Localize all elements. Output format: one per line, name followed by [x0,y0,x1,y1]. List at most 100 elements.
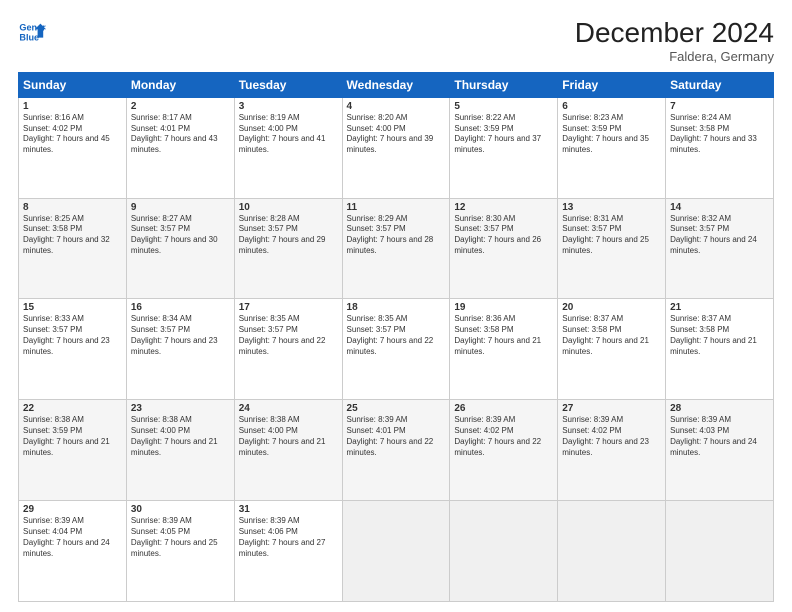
calendar-cell: 1Sunrise: 8:16 AM Sunset: 4:02 PM Daylig… [19,97,127,198]
day-number: 23 [131,403,230,414]
calendar-cell: 12Sunrise: 8:30 AM Sunset: 3:57 PM Dayli… [450,198,558,299]
calendar-week-1: 1Sunrise: 8:16 AM Sunset: 4:02 PM Daylig… [19,97,774,198]
day-number: 6 [562,101,661,112]
cell-content: Sunrise: 8:39 AM Sunset: 4:02 PM Dayligh… [562,415,661,458]
day-number: 16 [131,302,230,313]
day-number: 14 [670,202,769,213]
cell-content: Sunrise: 8:32 AM Sunset: 3:57 PM Dayligh… [670,214,769,257]
day-number: 29 [23,504,122,515]
day-number: 31 [239,504,338,515]
day-number: 26 [454,403,553,414]
day-number: 11 [347,202,446,213]
cell-content: Sunrise: 8:20 AM Sunset: 4:00 PM Dayligh… [347,113,446,156]
cell-content: Sunrise: 8:39 AM Sunset: 4:03 PM Dayligh… [670,415,769,458]
cell-content: Sunrise: 8:35 AM Sunset: 3:57 PM Dayligh… [239,314,338,357]
day-number: 4 [347,101,446,112]
day-number: 28 [670,403,769,414]
calendar-cell: 13Sunrise: 8:31 AM Sunset: 3:57 PM Dayli… [558,198,666,299]
calendar-cell: 25Sunrise: 8:39 AM Sunset: 4:01 PM Dayli… [342,400,450,501]
title-section: December 2024 Faldera, Germany [575,18,774,64]
calendar-cell: 15Sunrise: 8:33 AM Sunset: 3:57 PM Dayli… [19,299,127,400]
day-number: 20 [562,302,661,313]
cell-content: Sunrise: 8:33 AM Sunset: 3:57 PM Dayligh… [23,314,122,357]
day-number: 15 [23,302,122,313]
calendar-table: Sunday Monday Tuesday Wednesday Thursday… [18,72,774,602]
day-number: 21 [670,302,769,313]
header: General Blue December 2024 Faldera, Germ… [18,18,774,64]
page: General Blue December 2024 Faldera, Germ… [0,0,792,612]
col-sunday: Sunday [19,72,127,97]
calendar-cell: 6Sunrise: 8:23 AM Sunset: 3:59 PM Daylig… [558,97,666,198]
col-monday: Monday [126,72,234,97]
calendar-cell: 14Sunrise: 8:32 AM Sunset: 3:57 PM Dayli… [666,198,774,299]
cell-content: Sunrise: 8:39 AM Sunset: 4:05 PM Dayligh… [131,516,230,559]
svg-text:Blue: Blue [19,32,39,42]
day-number: 13 [562,202,661,213]
calendar-cell: 17Sunrise: 8:35 AM Sunset: 3:57 PM Dayli… [234,299,342,400]
calendar-cell: 11Sunrise: 8:29 AM Sunset: 3:57 PM Dayli… [342,198,450,299]
calendar-cell [666,501,774,602]
calendar-cell: 26Sunrise: 8:39 AM Sunset: 4:02 PM Dayli… [450,400,558,501]
calendar-cell: 7Sunrise: 8:24 AM Sunset: 3:58 PM Daylig… [666,97,774,198]
logo: General Blue [18,18,46,46]
calendar-cell: 18Sunrise: 8:35 AM Sunset: 3:57 PM Dayli… [342,299,450,400]
calendar-cell [450,501,558,602]
cell-content: Sunrise: 8:25 AM Sunset: 3:58 PM Dayligh… [23,214,122,257]
day-number: 19 [454,302,553,313]
cell-content: Sunrise: 8:17 AM Sunset: 4:01 PM Dayligh… [131,113,230,156]
day-number: 8 [23,202,122,213]
cell-content: Sunrise: 8:27 AM Sunset: 3:57 PM Dayligh… [131,214,230,257]
day-number: 1 [23,101,122,112]
calendar-cell: 19Sunrise: 8:36 AM Sunset: 3:58 PM Dayli… [450,299,558,400]
logo-icon: General Blue [18,18,46,46]
cell-content: Sunrise: 8:29 AM Sunset: 3:57 PM Dayligh… [347,214,446,257]
subtitle: Faldera, Germany [575,49,774,64]
day-number: 24 [239,403,338,414]
col-tuesday: Tuesday [234,72,342,97]
day-number: 17 [239,302,338,313]
calendar-cell: 10Sunrise: 8:28 AM Sunset: 3:57 PM Dayli… [234,198,342,299]
calendar-cell: 29Sunrise: 8:39 AM Sunset: 4:04 PM Dayli… [19,501,127,602]
calendar-cell: 20Sunrise: 8:37 AM Sunset: 3:58 PM Dayli… [558,299,666,400]
cell-content: Sunrise: 8:31 AM Sunset: 3:57 PM Dayligh… [562,214,661,257]
cell-content: Sunrise: 8:37 AM Sunset: 3:58 PM Dayligh… [562,314,661,357]
cell-content: Sunrise: 8:37 AM Sunset: 3:58 PM Dayligh… [670,314,769,357]
day-number: 3 [239,101,338,112]
calendar-cell: 24Sunrise: 8:38 AM Sunset: 4:00 PM Dayli… [234,400,342,501]
col-wednesday: Wednesday [342,72,450,97]
calendar-cell: 30Sunrise: 8:39 AM Sunset: 4:05 PM Dayli… [126,501,234,602]
cell-content: Sunrise: 8:39 AM Sunset: 4:02 PM Dayligh… [454,415,553,458]
col-thursday: Thursday [450,72,558,97]
cell-content: Sunrise: 8:39 AM Sunset: 4:06 PM Dayligh… [239,516,338,559]
cell-content: Sunrise: 8:19 AM Sunset: 4:00 PM Dayligh… [239,113,338,156]
day-number: 25 [347,403,446,414]
cell-content: Sunrise: 8:39 AM Sunset: 4:01 PM Dayligh… [347,415,446,458]
calendar-cell: 23Sunrise: 8:38 AM Sunset: 4:00 PM Dayli… [126,400,234,501]
cell-content: Sunrise: 8:38 AM Sunset: 4:00 PM Dayligh… [131,415,230,458]
calendar-cell: 3Sunrise: 8:19 AM Sunset: 4:00 PM Daylig… [234,97,342,198]
col-saturday: Saturday [666,72,774,97]
calendar-cell: 5Sunrise: 8:22 AM Sunset: 3:59 PM Daylig… [450,97,558,198]
cell-content: Sunrise: 8:30 AM Sunset: 3:57 PM Dayligh… [454,214,553,257]
calendar-week-2: 8Sunrise: 8:25 AM Sunset: 3:58 PM Daylig… [19,198,774,299]
cell-content: Sunrise: 8:23 AM Sunset: 3:59 PM Dayligh… [562,113,661,156]
calendar-cell: 31Sunrise: 8:39 AM Sunset: 4:06 PM Dayli… [234,501,342,602]
day-number: 18 [347,302,446,313]
cell-content: Sunrise: 8:38 AM Sunset: 4:00 PM Dayligh… [239,415,338,458]
main-title: December 2024 [575,18,774,49]
cell-content: Sunrise: 8:28 AM Sunset: 3:57 PM Dayligh… [239,214,338,257]
day-number: 27 [562,403,661,414]
cell-content: Sunrise: 8:38 AM Sunset: 3:59 PM Dayligh… [23,415,122,458]
calendar-cell [558,501,666,602]
cell-content: Sunrise: 8:34 AM Sunset: 3:57 PM Dayligh… [131,314,230,357]
day-number: 22 [23,403,122,414]
calendar-cell: 21Sunrise: 8:37 AM Sunset: 3:58 PM Dayli… [666,299,774,400]
cell-content: Sunrise: 8:24 AM Sunset: 3:58 PM Dayligh… [670,113,769,156]
cell-content: Sunrise: 8:22 AM Sunset: 3:59 PM Dayligh… [454,113,553,156]
cell-content: Sunrise: 8:16 AM Sunset: 4:02 PM Dayligh… [23,113,122,156]
day-number: 30 [131,504,230,515]
calendar-week-4: 22Sunrise: 8:38 AM Sunset: 3:59 PM Dayli… [19,400,774,501]
calendar-cell: 16Sunrise: 8:34 AM Sunset: 3:57 PM Dayli… [126,299,234,400]
day-number: 2 [131,101,230,112]
cell-content: Sunrise: 8:39 AM Sunset: 4:04 PM Dayligh… [23,516,122,559]
